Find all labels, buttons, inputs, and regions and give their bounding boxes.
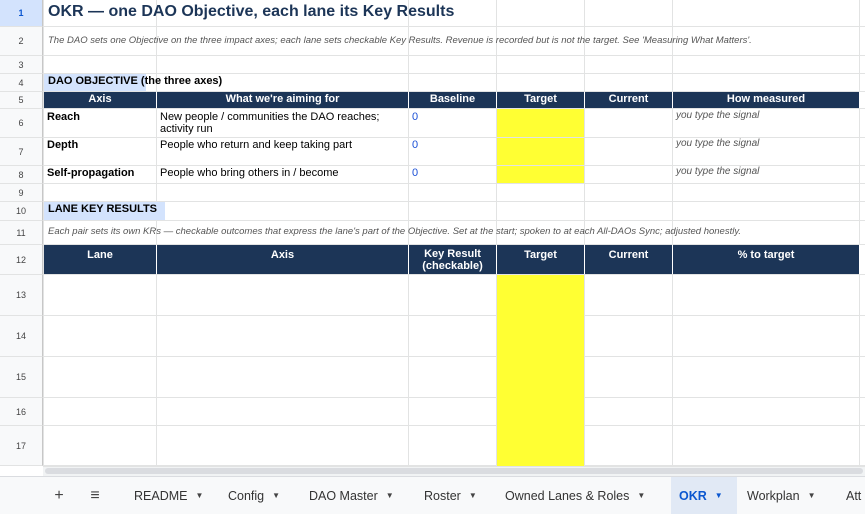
- tab-label: Att: [846, 488, 862, 503]
- row-line: [43, 274, 865, 275]
- how-depth[interactable]: you type the signal: [673, 138, 859, 152]
- row-header-6[interactable]: 6: [0, 109, 43, 138]
- row-line: [43, 55, 865, 56]
- row-line: [43, 425, 865, 426]
- row-header-10[interactable]: 10: [0, 202, 43, 221]
- how-reach[interactable]: you type the signal: [673, 110, 859, 124]
- row-line: [43, 108, 865, 109]
- tab-workplan[interactable]: Workplan ▼: [739, 477, 824, 514]
- row-line: [43, 183, 865, 184]
- objective-section-title[interactable]: DAO OBJECTIVE (the three axes): [44, 75, 404, 90]
- objective-header-current[interactable]: Current: [585, 92, 673, 108]
- tab-label: OKR: [679, 488, 707, 503]
- tab-owned-lanes-roles[interactable]: Owned Lanes & Roles ▼: [497, 477, 653, 514]
- objective-target-cell-reach[interactable]: [497, 109, 584, 137]
- row-header-9[interactable]: 9: [0, 184, 43, 202]
- axis-selfprop[interactable]: Self-propagation: [44, 167, 156, 181]
- horizontal-scrollbar[interactable]: [43, 466, 865, 476]
- tab-label: README: [134, 488, 188, 503]
- lane-target-column[interactable]: [497, 275, 584, 466]
- chevron-down-icon: ▼: [468, 491, 477, 500]
- tab-att[interactable]: Att: [838, 477, 861, 514]
- lane-note[interactable]: Each pair sets its own KRs — checkable o…: [44, 226, 859, 240]
- row-header-17[interactable]: 17: [0, 426, 43, 466]
- row-line: [43, 201, 865, 202]
- aim-depth[interactable]: People who return and keep taking part: [157, 139, 408, 153]
- objective-header-target[interactable]: Target: [497, 92, 585, 108]
- row-header-7[interactable]: 7: [0, 138, 43, 166]
- spreadsheet-grid[interactable]: 1 2 3 4 5 6 7 8 9 10 11 12 13 14 15 16 1…: [0, 0, 865, 466]
- chevron-down-icon: ▼: [637, 491, 646, 500]
- baseline-depth[interactable]: 0: [409, 139, 496, 153]
- objective-target-cell-depth[interactable]: [497, 138, 584, 165]
- axis-depth[interactable]: Depth: [44, 139, 156, 153]
- row-header-1[interactable]: 1: [0, 0, 43, 27]
- row-header-12[interactable]: 12: [0, 245, 43, 275]
- aim-selfprop[interactable]: People who bring others in / become: [157, 167, 408, 181]
- row-line: [43, 73, 865, 74]
- add-sheet-icon[interactable]: +: [48, 477, 70, 514]
- lane-header-current[interactable]: Current: [585, 245, 673, 274]
- aim-reach[interactable]: New people / communities the DAO reaches…: [157, 111, 408, 137]
- row-header-3[interactable]: 3: [0, 56, 43, 74]
- tab-dao-master[interactable]: DAO Master ▼: [301, 477, 402, 514]
- all-sheets-menu-icon[interactable]: ≡: [84, 477, 106, 514]
- row-header-16[interactable]: 16: [0, 398, 43, 426]
- tab-label: Owned Lanes & Roles: [505, 488, 630, 503]
- lane-section-title[interactable]: LANE KEY RESULTS: [44, 203, 404, 218]
- lane-header-axis[interactable]: Axis: [157, 245, 409, 274]
- intro-note[interactable]: The DAO sets one Objective on the three …: [44, 35, 859, 49]
- row-header-15[interactable]: 15: [0, 357, 43, 398]
- lane-header-pct[interactable]: % to target: [673, 245, 860, 274]
- baseline-reach[interactable]: 0: [409, 111, 496, 125]
- lane-header-lane[interactable]: Lane: [44, 245, 157, 274]
- row-line: [43, 397, 865, 398]
- row-header-5[interactable]: 5: [0, 92, 43, 109]
- scrollbar-thumb[interactable]: [45, 468, 863, 474]
- row-header-13[interactable]: 13: [0, 275, 43, 316]
- row-line: [43, 315, 865, 316]
- chevron-down-icon: ▼: [714, 491, 723, 500]
- tab-roster[interactable]: Roster ▼: [416, 477, 485, 514]
- tab-okr[interactable]: OKR ▼: [671, 477, 737, 514]
- tab-label: Roster: [424, 488, 461, 503]
- axis-reach[interactable]: Reach: [44, 111, 156, 125]
- baseline-selfprop[interactable]: 0: [409, 167, 496, 181]
- row-header-4[interactable]: 4: [0, 74, 43, 92]
- objective-header-aim[interactable]: What we're aiming for: [157, 92, 409, 108]
- page-title[interactable]: OKR — one DAO Objective, each lane its K…: [44, 3, 544, 25]
- objective-header-baseline[interactable]: Baseline: [409, 92, 497, 108]
- row-header-2[interactable]: 2: [0, 27, 43, 56]
- tab-label: DAO Master: [309, 488, 378, 503]
- chevron-down-icon: ▼: [385, 491, 394, 500]
- lane-header-key-result[interactable]: Key Result (checkable): [409, 245, 497, 274]
- row-line: [43, 220, 865, 221]
- tab-config[interactable]: Config ▼: [220, 477, 288, 514]
- objective-header-how[interactable]: How measured: [673, 92, 860, 108]
- objective-target-cell-selfprop[interactable]: [497, 166, 584, 183]
- lane-header-target[interactable]: Target: [497, 245, 585, 274]
- chevron-down-icon: ▼: [272, 491, 281, 500]
- sheet-tab-bar: + ≡ README ▼ Config ▼ DAO Master ▼ Roster ▼ …: [0, 476, 865, 514]
- tab-label: Workplan: [747, 488, 800, 503]
- tab-label: Config: [228, 488, 265, 503]
- row-header-8[interactable]: 8: [0, 166, 43, 184]
- row-line: [43, 26, 865, 27]
- chevron-down-icon: ▼: [807, 491, 816, 500]
- row-header-11[interactable]: 11: [0, 221, 43, 245]
- tab-readme[interactable]: README ▼: [126, 477, 211, 514]
- how-selfprop[interactable]: you type the signal: [673, 166, 859, 180]
- chevron-down-icon: ▼: [195, 491, 204, 500]
- row-line: [43, 356, 865, 357]
- row-header-14[interactable]: 14: [0, 316, 43, 357]
- objective-header-axis[interactable]: Axis: [44, 92, 157, 108]
